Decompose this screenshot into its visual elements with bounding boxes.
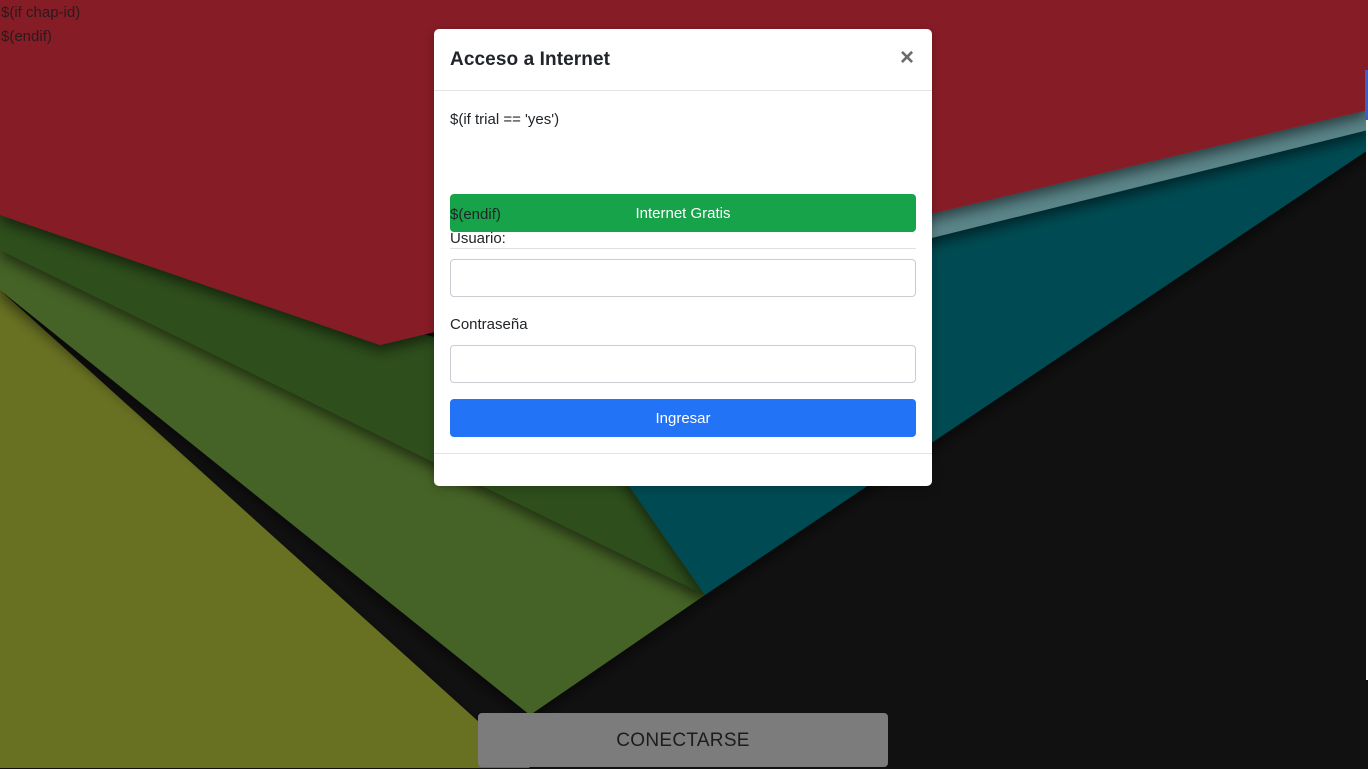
close-icon[interactable]: × xyxy=(896,46,918,70)
password-label: Contraseña xyxy=(450,316,528,333)
connect-button[interactable]: CONECTARSE xyxy=(478,713,888,767)
modal-title: Acceso a Internet xyxy=(450,49,611,70)
modal-footer xyxy=(434,453,932,454)
divider xyxy=(450,248,916,249)
free-internet-button[interactable]: Internet Gratis xyxy=(450,194,916,232)
login-modal: Acceso a Internet × $(if trial == 'yes')… xyxy=(434,29,932,486)
template-text-chap-if: $(if chap-id) xyxy=(1,4,81,21)
username-label: Usuario: xyxy=(450,230,506,247)
username-input[interactable] xyxy=(450,259,916,297)
endif-template-text: $(endif) xyxy=(450,206,501,223)
password-input[interactable] xyxy=(450,345,916,383)
login-button[interactable]: Ingresar xyxy=(450,399,916,437)
template-text-chap-endif: $(endif) xyxy=(1,28,52,45)
trial-template-text: $(if trial == 'yes') xyxy=(450,111,560,128)
modal-header: Acceso a Internet × xyxy=(434,29,932,91)
